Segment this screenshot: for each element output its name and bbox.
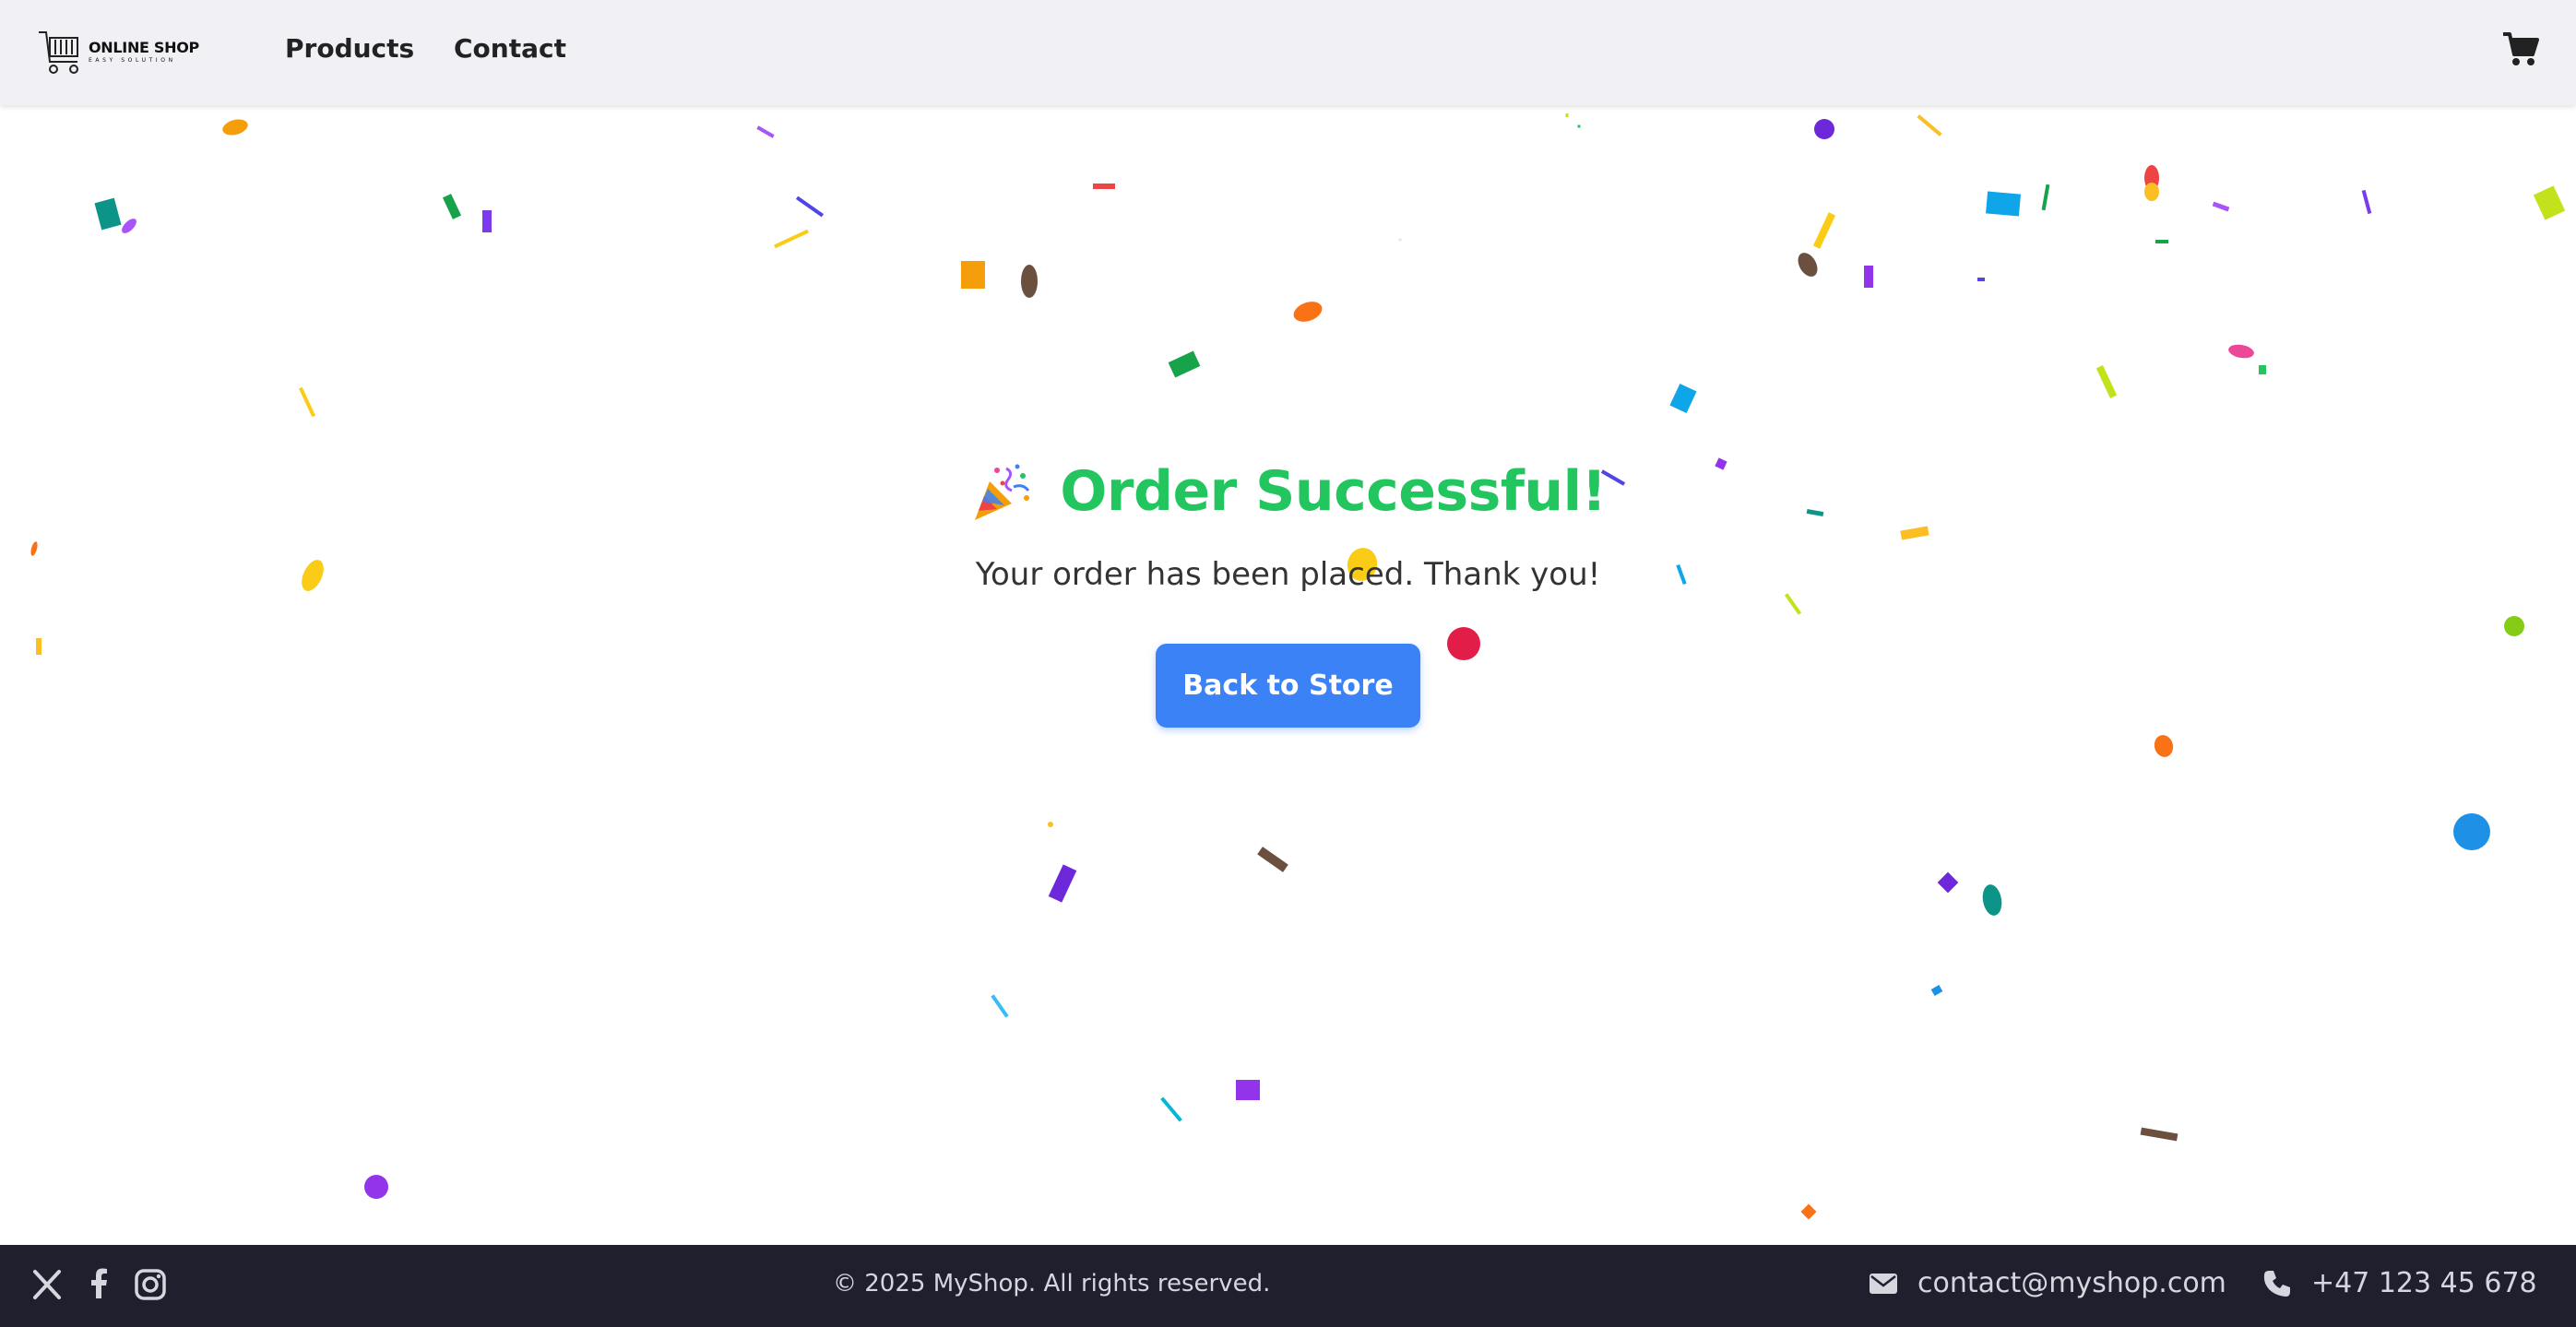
confetti-piece bbox=[1293, 302, 1323, 322]
confetti-piece bbox=[442, 194, 462, 219]
confetti-piece bbox=[1565, 113, 1569, 117]
email-text: contact@myshop.com bbox=[1917, 1267, 2226, 1299]
party-popper-icon bbox=[975, 464, 1030, 520]
confetti-piece bbox=[1021, 265, 1038, 298]
logo-title: ONLINE SHOP bbox=[89, 38, 199, 56]
confetti-piece bbox=[1236, 1080, 1260, 1100]
nav-products-link[interactable]: Products bbox=[285, 33, 414, 64]
copyright-text: © 2025 MyShop. All rights reserved. bbox=[833, 1270, 1271, 1297]
confetti-piece bbox=[1669, 383, 1697, 414]
confetti-piece bbox=[1864, 266, 1873, 288]
confetti-piece bbox=[1577, 124, 1581, 128]
shopping-cart-icon[interactable] bbox=[2502, 30, 2539, 67]
confetti-piece bbox=[1812, 212, 1836, 249]
shop-logo[interactable]: ONLINE SHOP EASY SOLUTION bbox=[37, 24, 199, 79]
envelope-icon bbox=[1870, 1273, 1897, 1294]
confetti-piece bbox=[1800, 1203, 1817, 1220]
confetti-piece bbox=[2533, 185, 2566, 220]
confetti-piece bbox=[1398, 238, 1402, 242]
confetti-piece bbox=[94, 197, 122, 231]
confetti-piece bbox=[1814, 119, 1834, 139]
instagram-icon[interactable] bbox=[131, 1265, 170, 1304]
phone-text: +47 123 45 678 bbox=[2311, 1267, 2537, 1299]
confetti-piece bbox=[2144, 183, 2159, 201]
confetti-piece bbox=[1937, 871, 1959, 894]
confetti-piece bbox=[2212, 201, 2230, 212]
confetti-piece bbox=[795, 195, 825, 218]
confetti-piece bbox=[756, 125, 775, 138]
order-success-page: ONLINE SHOP EASY SOLUTION Products Conta… bbox=[0, 0, 2576, 1327]
confetti-piece bbox=[1093, 184, 1115, 189]
confetti-piece bbox=[1048, 822, 1053, 827]
confetti-piece bbox=[1160, 1096, 1182, 1122]
success-heading: Order Successful! bbox=[969, 443, 1607, 540]
confetti-piece bbox=[222, 119, 248, 136]
confetti-piece bbox=[961, 261, 985, 289]
confetti-piece bbox=[2453, 813, 2490, 850]
order-success-panel: Order Successful! Your order has been pl… bbox=[0, 443, 2576, 728]
site-header: ONLINE SHOP EASY SOLUTION Products Conta… bbox=[0, 0, 2576, 105]
confetti-piece bbox=[2140, 1127, 2178, 1142]
confetti-piece bbox=[1930, 985, 1943, 996]
confetti-piece bbox=[2154, 735, 2174, 757]
confetti-piece bbox=[122, 219, 137, 233]
phone-icon bbox=[2263, 1270, 2290, 1297]
confetti-piece bbox=[1986, 191, 2021, 217]
footer-email[interactable]: contact@myshop.com bbox=[1868, 1267, 2226, 1299]
confetti-piece bbox=[1048, 864, 1077, 903]
cart-logo-icon bbox=[39, 31, 78, 74]
confetti-piece bbox=[1977, 278, 1985, 281]
footer-phone[interactable]: +47 123 45 678 bbox=[2261, 1267, 2537, 1299]
page-title: Order Successful! bbox=[1060, 459, 1607, 524]
confetti-piece bbox=[991, 994, 1009, 1018]
logo-subtitle: EASY SOLUTION bbox=[89, 56, 176, 64]
confetti-piece bbox=[1917, 114, 1942, 136]
x-twitter-icon[interactable] bbox=[28, 1265, 66, 1304]
confetti-piece bbox=[299, 386, 315, 418]
facebook-icon[interactable] bbox=[79, 1265, 118, 1304]
site-footer: © 2025 MyShop. All rights reserved. cont… bbox=[0, 1245, 2576, 1327]
confetti-piece bbox=[1168, 350, 1201, 378]
confetti-piece bbox=[2361, 189, 2372, 215]
confetti-piece bbox=[1982, 884, 2002, 916]
confetti-piece bbox=[2259, 365, 2266, 374]
confetti-piece bbox=[2228, 344, 2254, 359]
back-to-store-button[interactable]: Back to Store bbox=[1156, 644, 1420, 728]
confetti-piece bbox=[2155, 240, 2168, 243]
confetti-piece bbox=[2041, 184, 2050, 211]
confetti-piece bbox=[1257, 847, 1288, 872]
confetti-piece bbox=[1798, 253, 1818, 277]
confetti-piece bbox=[482, 210, 492, 232]
confetti-piece bbox=[2095, 364, 2118, 399]
confetti-piece bbox=[774, 229, 809, 249]
nav-contact-link[interactable]: Contact bbox=[454, 33, 566, 64]
success-message: Your order has been placed. Thank you! bbox=[975, 556, 1601, 593]
confetti-piece bbox=[364, 1175, 388, 1199]
